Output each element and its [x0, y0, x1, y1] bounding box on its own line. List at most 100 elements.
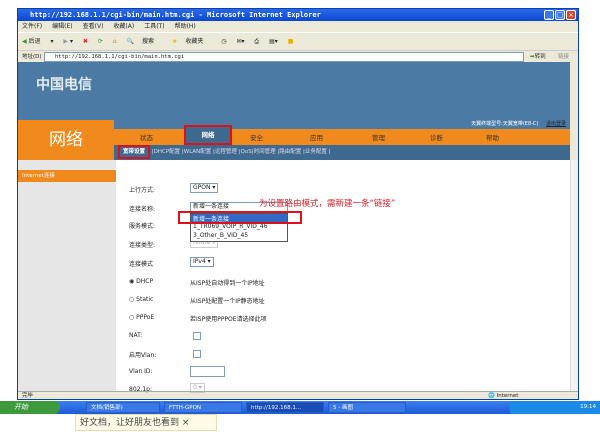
share-popup[interactable]: 好文档，让好朋友也看到 ×: [75, 414, 217, 431]
minimize-button[interactable]: _: [544, 10, 554, 20]
uplink-select[interactable]: GPON ▾: [190, 183, 219, 193]
home-icon[interactable]: ⌂: [113, 38, 117, 45]
sidebar: Internet连接: [18, 160, 116, 391]
forward-icon: ▶: [63, 38, 69, 45]
p8021-value: 0: [193, 384, 197, 391]
static-radio[interactable]: ○ Static: [129, 296, 153, 303]
nat-checkbox[interactable]: [193, 332, 201, 340]
subtab-route[interactable]: 路由配置: [279, 149, 301, 155]
main-nav: 状态 网络 安全 应用 管理 诊断 帮助: [114, 125, 570, 145]
vlan-label: 启用Vlan:: [129, 352, 157, 359]
tab-network[interactable]: 网络: [184, 125, 232, 145]
taskbar-item[interactable]: FTTH-GPON: [164, 402, 242, 413]
annotation-text: 为设置路由模式，需新建一条“链接”: [259, 199, 396, 209]
favorites-button[interactable]: ★ 收藏夹: [172, 38, 211, 45]
subtab-remote[interactable]: 远程管理: [215, 149, 237, 155]
favorites-label: 收藏夹: [185, 38, 204, 45]
subtab-broadband[interactable]: 宽带设置: [118, 145, 151, 159]
pppoe-radio[interactable]: ○ PPPoE: [129, 314, 154, 321]
system-tray: 19:14: [510, 401, 600, 414]
highlight-box: [178, 211, 302, 224]
subtab-service[interactable]: 业务配置: [305, 149, 327, 155]
maximize-button[interactable]: □: [555, 10, 565, 20]
close-button[interactable]: ×: [566, 10, 576, 20]
dhcp-desc: 从ISP处自动得到一个IP地址: [190, 280, 265, 287]
subtab-time[interactable]: 时间管理: [254, 149, 276, 155]
tab-status[interactable]: 状态: [140, 132, 153, 142]
menu-tools[interactable]: 工具(T): [144, 23, 164, 30]
pppoe-desc: 若ISP使用PPPOE请选择此项: [190, 316, 267, 323]
forward-button[interactable]: ▶ ▾: [63, 38, 73, 45]
scrollbar[interactable]: [570, 160, 578, 391]
conn-mode-label: 连接模式: [129, 261, 154, 268]
print-icon[interactable]: ⎙: [254, 38, 259, 45]
search-button[interactable]: 🔍 搜索: [127, 38, 163, 45]
back-button[interactable]: ◀ 后退 ▾: [22, 38, 53, 45]
dhcp-radio[interactable]: ◉ DHCP: [129, 278, 153, 285]
menu-help[interactable]: 帮助(H): [175, 23, 196, 30]
static-desc: 从ISP处配置一个IP静态地址: [190, 298, 265, 305]
menu-view[interactable]: 查看(V): [83, 23, 104, 30]
web-page: 中国电信 网络 天翼终端型号:天翼宽带(E8-C) 退出登录 状态 网络 安全 …: [18, 62, 578, 393]
start-button[interactable]: 开始: [0, 401, 60, 414]
china-telecom-logo: 中国电信: [36, 77, 92, 93]
subtab-wlan[interactable]: WLAN配置: [184, 149, 212, 155]
conn-mode-select[interactable]: IPv4 ▾: [190, 257, 214, 267]
taskbar: 开始 文档(销售部) FTTH-GPON http://192.168.1...…: [0, 401, 600, 414]
pppoe-label: PPPoE: [136, 314, 155, 321]
menu-edit[interactable]: 编辑(E): [52, 23, 72, 30]
vlan-checkbox[interactable]: [193, 350, 201, 358]
sub-nav: 宽带设置 |DHCP配置 |WLAN配置 |远程管理 |QoS|时间管理 |路由…: [114, 145, 570, 160]
tab-help[interactable]: 帮助: [486, 132, 499, 142]
vlan-id-input[interactable]: [190, 366, 225, 377]
taskbar-item[interactable]: 5 - 画图: [328, 402, 406, 413]
search-icon: 🔍: [126, 38, 134, 45]
toolbar: ◀ 后退 ▾ ▶ ▾ ✖ ⟳ ⌂ 🔍 搜索 ★ 收藏夹 ◷ ✉▾ ⎙ ▤▾ ■: [18, 32, 578, 50]
zone-text: 🌐 Internet: [488, 393, 519, 399]
device-model: 天翼终端型号:天翼宽带(E8-C): [471, 121, 539, 127]
stop-icon[interactable]: ✖: [83, 38, 88, 45]
menu-file[interactable]: 文件(F): [22, 23, 42, 30]
clock: 19:14: [580, 404, 596, 410]
mail-icon[interactable]: ✉▾: [236, 38, 244, 45]
tab-diagnostics[interactable]: 诊断: [430, 132, 443, 142]
tab-applications[interactable]: 应用: [310, 132, 323, 142]
banner: 中国电信: [18, 62, 570, 120]
ie-window: http://192.168.1.1/cgi-bin/main.htm.cgi …: [17, 8, 579, 400]
conn-mode-value: IPv4: [193, 258, 206, 265]
tab-security[interactable]: 安全: [250, 132, 263, 142]
taskbar-item[interactable]: 文档(销售部): [86, 402, 160, 413]
history-icon[interactable]: ◷: [221, 38, 226, 45]
dropdown-option[interactable]: 3_Other_B_VID_45: [191, 232, 287, 241]
uplink-label: 上行方式:: [129, 187, 156, 194]
search-label: 搜索: [142, 38, 155, 45]
star-icon: ★: [171, 38, 178, 45]
conn-name-label: 连接名称:: [129, 206, 156, 213]
device-info: 天翼终端型号:天翼宽带(E8-C) 退出登录: [114, 120, 570, 129]
taskbar-item[interactable]: http://192.168.1...: [246, 402, 324, 413]
address-input[interactable]: http://192.168.1.1/cgi-bin/main.htm.cgi: [44, 52, 524, 62]
edit-icon[interactable]: ▤▾: [269, 38, 278, 45]
window-title: http://192.168.1.1/cgi-bin/main.htm.cgi …: [30, 11, 321, 19]
menu-favorites[interactable]: 收藏(A): [113, 23, 134, 30]
subtab-qos[interactable]: QoS: [241, 149, 252, 155]
subtab-dhcp[interactable]: DHCP配置: [154, 149, 181, 155]
nat-label: NAT:: [129, 332, 143, 339]
uplink-value: GPON: [193, 184, 211, 191]
logout-link[interactable]: 退出登录: [546, 121, 566, 127]
section-title: 网络: [18, 120, 114, 160]
refresh-icon[interactable]: ⟳: [98, 38, 103, 45]
folder-icon[interactable]: ■: [288, 38, 294, 45]
tab-management[interactable]: 管理: [372, 132, 385, 142]
status-text: 完毕: [22, 393, 34, 399]
back-icon: ◀: [22, 38, 27, 45]
zone-label: Internet: [496, 393, 519, 399]
sidebar-item-internet[interactable]: Internet连接: [18, 170, 116, 182]
menu-bar: 文件(F) 编辑(E) 查看(V) 收藏(A) 工具(T) 帮助(H): [18, 21, 578, 32]
dropdown-option[interactable]: 1_TR069_VOIP_R_VID_46: [191, 223, 287, 232]
go-label: 转到: [534, 54, 546, 60]
address-bar: 地址(D) http://192.168.1.1/cgi-bin/main.ht…: [18, 50, 578, 62]
conn-type-label: 连接类型:: [129, 242, 156, 249]
dhcp-label: DHCP: [136, 278, 154, 285]
address-label: 地址(D): [22, 54, 42, 60]
